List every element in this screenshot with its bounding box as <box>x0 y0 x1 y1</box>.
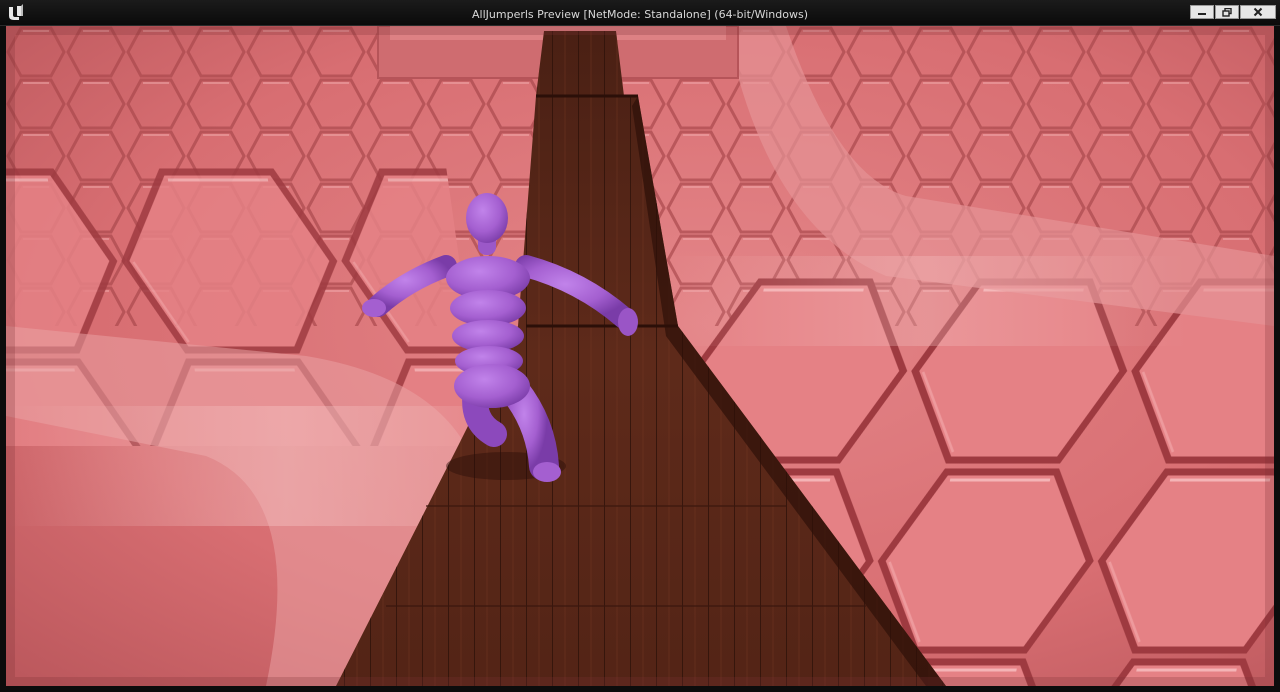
minimize-button[interactable] <box>1190 5 1214 19</box>
close-button[interactable] <box>1240 5 1276 19</box>
unreal-engine-logo-icon <box>6 3 26 23</box>
title-bar[interactable]: AllJumperls Preview [NetMode: Standalone… <box>0 0 1280 26</box>
game-scene <box>6 26 1274 686</box>
minimize-icon <box>1197 8 1207 16</box>
restore-button[interactable] <box>1215 5 1239 19</box>
fog <box>666 256 1186 346</box>
game-window: AllJumperls Preview [NetMode: Standalone… <box>0 0 1280 692</box>
game-viewport[interactable] <box>6 26 1274 686</box>
window-controls <box>1189 5 1276 19</box>
window-title: AllJumperls Preview [NetMode: Standalone… <box>472 8 808 21</box>
close-icon <box>1253 7 1263 17</box>
restore-icon <box>1222 7 1232 17</box>
